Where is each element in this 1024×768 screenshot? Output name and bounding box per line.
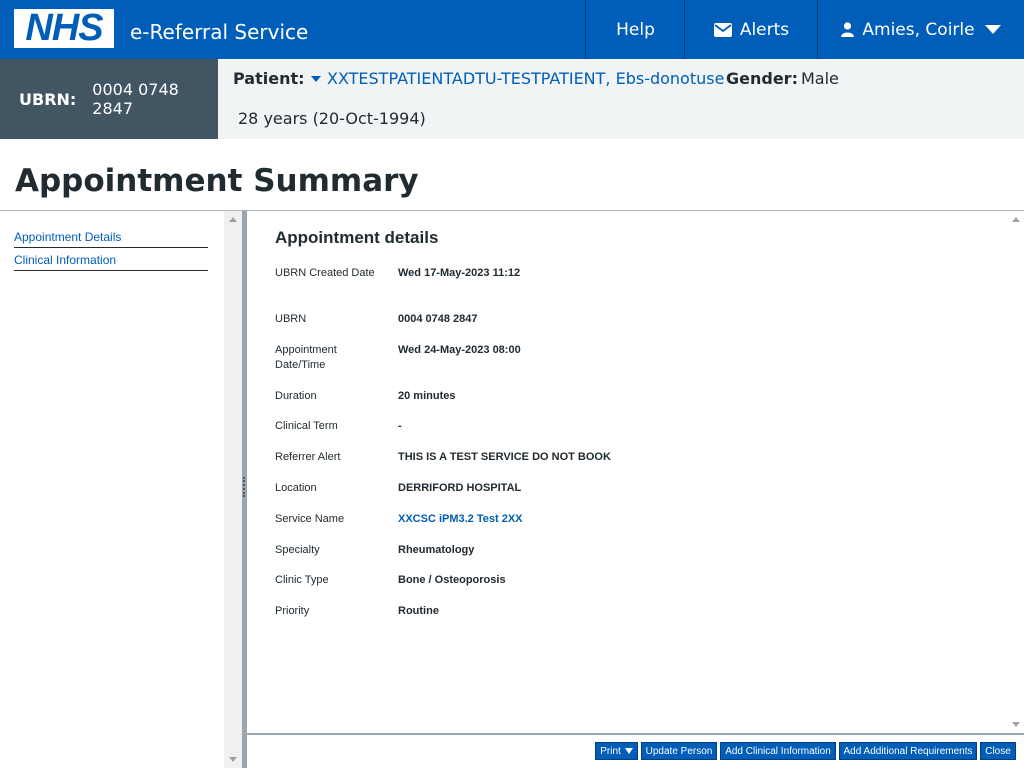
close-button[interactable]: Close [980,742,1016,760]
detail-label: Clinic Type [275,574,329,586]
ubrn-box: UBRN: 0004 0748 2847 [0,59,218,139]
detail-value: 20 minutes [398,390,456,402]
patient-age: 28 years (20-Oct-1994) [238,109,426,128]
detail-value: Wed 17-May-2023 11:12 [398,267,521,279]
user-icon [841,22,855,37]
gender-value: Male [801,69,839,88]
gender-label: Gender: [726,69,798,88]
detail-value: Rheumatology [398,544,475,556]
detail-value: THIS IS A TEST SERVICE DO NOT BOOK [398,451,611,463]
detail-label: Referrer Alert [275,451,341,463]
patient-label: Patient: [233,69,305,88]
add-clinical-information-button[interactable]: Add Clinical Information [720,742,836,760]
alerts-link[interactable]: Alerts [684,0,818,59]
print-label: Print [600,745,621,757]
section-title: Appointment details [275,228,439,247]
grip-icon [243,477,245,497]
detail-label: Location [275,482,317,494]
chevron-down-icon [624,748,633,754]
nhs-logo-text: NHS [25,7,103,49]
detail-label: Service Name [275,513,345,525]
scroll-down-icon[interactable] [229,757,237,762]
detail-label: Priority [275,605,310,617]
alerts-label: Alerts [739,19,790,40]
nhs-logo[interactable]: NHS [14,9,114,48]
scroll-up-icon[interactable] [1012,217,1020,222]
detail-value: Wed 24-May-2023 08:00 [398,344,521,356]
help-link[interactable]: Help [585,0,685,59]
detail-label: Specialty [275,544,320,556]
left-nav: Appointment Details Clinical Information [0,211,242,768]
detail-label: UBRN [275,313,307,325]
nav-appointment-details[interactable]: Appointment Details [14,230,208,248]
detail-label: Appointment Date/Time [275,344,337,371]
main-content [247,211,1024,733]
update-person-button[interactable]: Update Person [641,742,717,760]
service-name: e-Referral Service [130,20,309,44]
chevron-down-icon [984,25,1001,34]
detail-value: 0004 0748 2847 [398,313,478,325]
patient-name-link[interactable]: XXTESTPATIENTADTU-TESTPATIENT, Ebs-donot… [311,69,724,88]
nav-clinical-information[interactable]: Clinical Information [14,253,208,271]
print-button[interactable]: Print [595,742,638,760]
page-title: Appointment Summary [15,163,419,199]
help-label: Help [616,19,655,40]
detail-label: Duration [275,390,317,402]
add-additional-requirements-button[interactable]: Add Additional Requirements [839,742,977,760]
ubrn-label: UBRN: [19,89,77,109]
detail-value: DERRIFORD HOSPITAL [398,482,522,494]
patient-name: XXTESTPATIENTADTU-TESTPATIENT, Ebs-donot… [327,69,725,88]
ubrn-value: 0004 0748 2847 [92,80,179,118]
envelope-icon [713,22,732,37]
top-header: NHS e-Referral Service Help Alerts Amies… [0,0,1024,59]
left-scrollbar[interactable] [224,211,242,768]
scroll-down-icon[interactable] [1012,722,1020,727]
user-name: Amies, Coirle [862,19,975,40]
main-scrollbar[interactable] [1007,211,1024,733]
patient-banner: UBRN: 0004 0748 2847 Patient: XXTESTPATI… [0,59,1024,139]
detail-label: UBRN Created Date [275,267,375,279]
user-menu[interactable]: Amies, Coirle [817,0,1024,59]
service-name-link[interactable]: XXCSC iPM3.2 Test 2XX [398,512,523,527]
scroll-up-icon[interactable] [229,217,237,222]
dropdown-triangle-icon [311,75,321,82]
detail-value: - [398,420,402,432]
detail-value: Routine [398,605,439,617]
detail-label: Clinical Term [275,420,338,432]
detail-value: Bone / Osteoporosis [398,574,506,586]
